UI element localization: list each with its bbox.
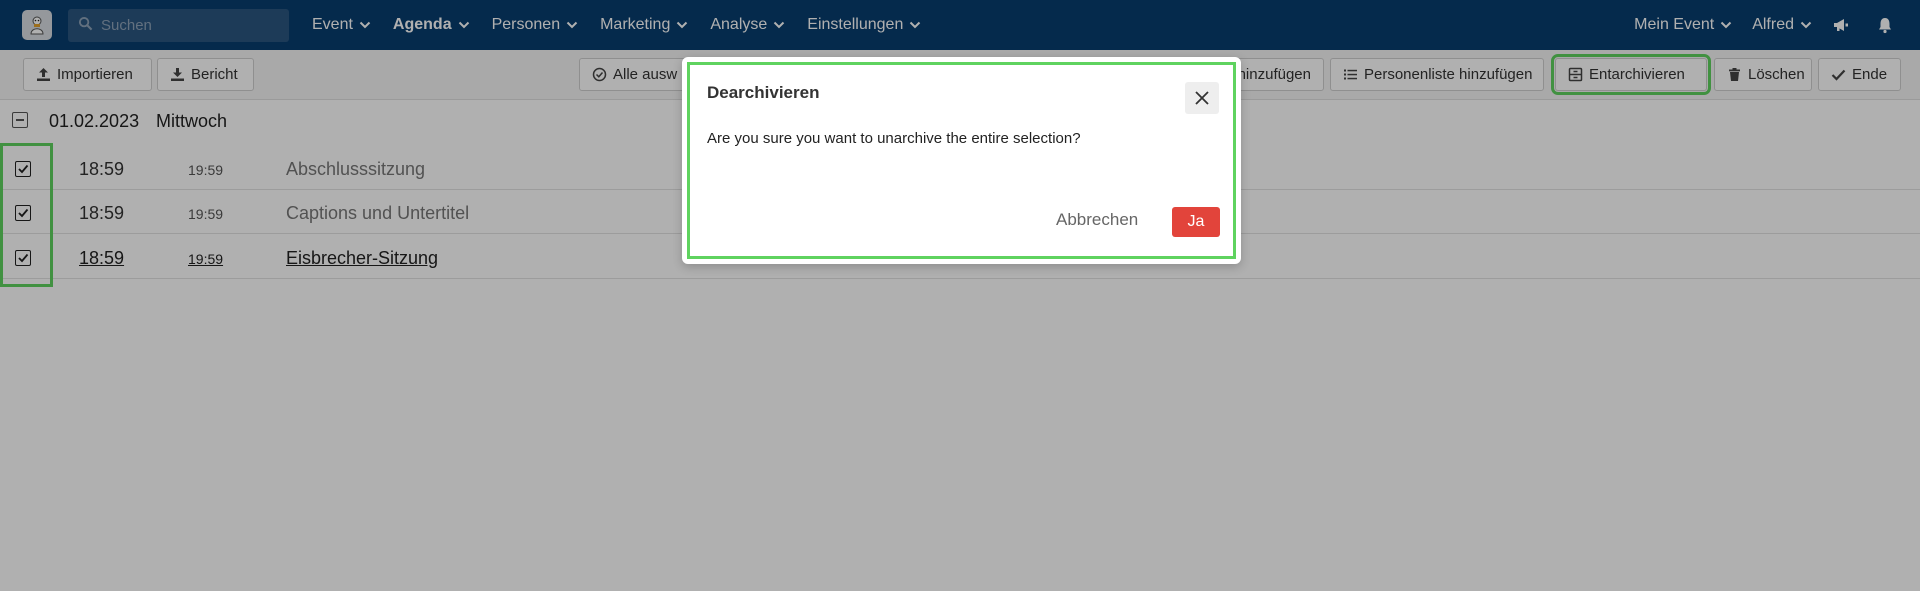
dialog-title: Dearchivieren <box>707 83 820 102</box>
dialog-message: Are you sure you want to unarchive the e… <box>707 130 1081 147</box>
unarchive-dialog: Dearchivieren Are you sure you want to u… <box>682 57 1241 264</box>
dialog-close-button[interactable] <box>1185 82 1219 114</box>
cancel-button[interactable]: Abbrechen <box>1056 206 1138 234</box>
close-icon <box>1195 91 1209 105</box>
dialog-highlight-frame: Dearchivieren Are you sure you want to u… <box>687 62 1236 259</box>
confirm-button[interactable]: Ja <box>1172 207 1220 237</box>
